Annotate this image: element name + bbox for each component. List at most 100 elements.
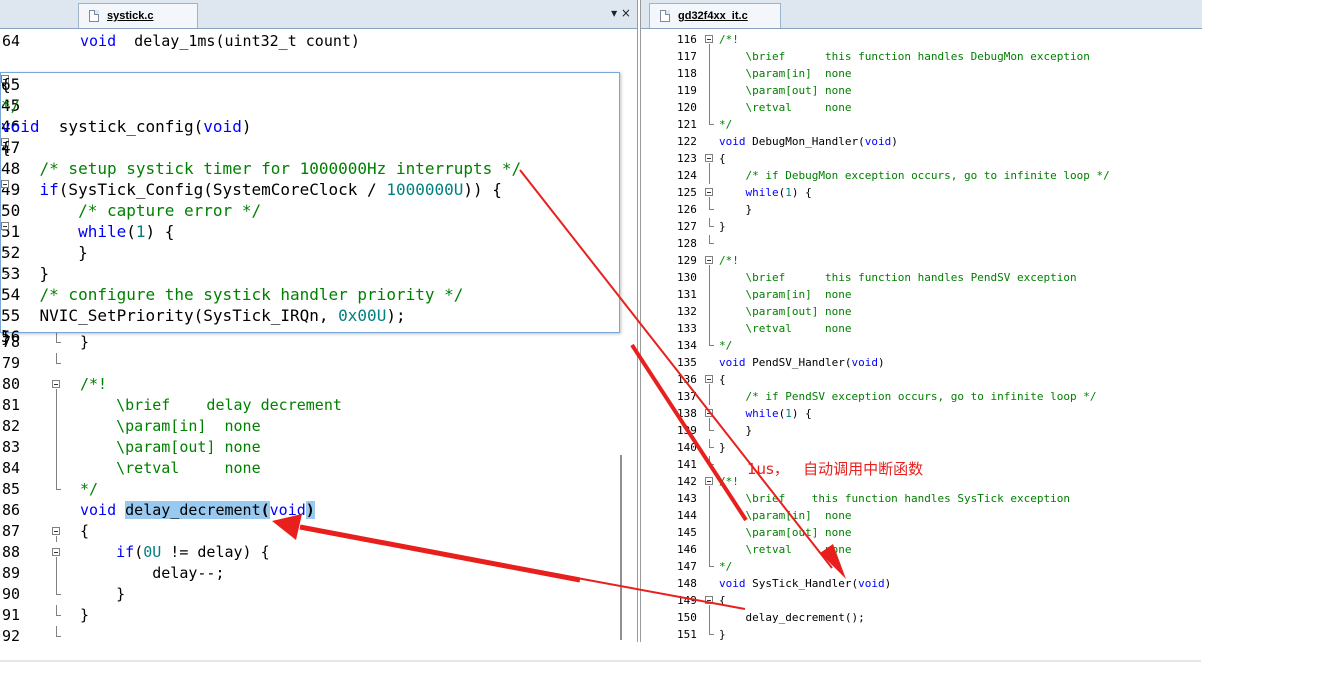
annotation-label: 1us， 自动调用中断函数	[747, 460, 924, 478]
code-line[interactable]: 120 \retval none	[641, 99, 1202, 116]
code-line[interactable]: 137 /* if PendSV exception occurs, go to…	[641, 388, 1202, 405]
code-line[interactable]: 89 delay--;	[0, 563, 637, 584]
code-token: )) {	[463, 180, 502, 199]
code-line[interactable]: 140}	[641, 439, 1202, 456]
code-line[interactable]: 128	[641, 235, 1202, 252]
vertical-scrollbar[interactable]	[620, 455, 622, 640]
code-line[interactable]: 88 if(0U != delay) {	[0, 542, 637, 563]
code-text: void delay_1ms(uint32_t count)	[80, 31, 360, 52]
code-line[interactable]: 135 void PendSV_Handler(void)	[641, 354, 1202, 371]
fold-marker[interactable]	[52, 521, 62, 542]
code-line[interactable]: 143 \brief this function handles SysTick…	[641, 490, 1202, 507]
fold-marker	[705, 490, 715, 507]
collapse-icon[interactable]	[705, 154, 713, 162]
code-line[interactable]: 139 }	[641, 422, 1202, 439]
fold-marker	[52, 332, 62, 353]
tab-controls[interactable]: ▾ ×	[611, 6, 631, 20]
code-line[interactable]: 78}	[0, 332, 637, 353]
keyword: void	[203, 117, 242, 136]
code-line[interactable]: 133 \retval none	[641, 320, 1202, 337]
fold-marker	[705, 575, 715, 592]
collapse-icon[interactable]	[705, 477, 713, 485]
code-line[interactable]: 64 void delay_1ms(uint32_t count)	[0, 31, 637, 52]
code-line[interactable]: 119 \param[out] none	[641, 82, 1202, 99]
code-line[interactable]: 126 }	[641, 201, 1202, 218]
fold-marker	[705, 201, 715, 218]
code-line[interactable]: 92	[0, 626, 637, 642]
code-line[interactable]: 81 \brief delay decrement	[0, 395, 637, 416]
code-line[interactable]: 146 \retval none	[641, 541, 1202, 558]
line-number: 89	[2, 564, 21, 582]
code-line[interactable]: 149 {	[641, 592, 1202, 609]
fold-marker[interactable]	[705, 252, 715, 269]
fold-marker	[705, 354, 715, 371]
code-token: {	[1, 138, 11, 157]
code-line[interactable]: 125 while(1) {	[641, 184, 1202, 201]
code-line[interactable]: 130 \brief this function handles PendSV …	[641, 269, 1202, 286]
tab-systick-c[interactable]: systick.c	[78, 3, 198, 28]
code-line[interactable]: 124 /* if DebugMon exception occurs, go …	[641, 167, 1202, 184]
code-line[interactable]: 85 */	[0, 479, 637, 500]
code-line[interactable]: 87 {	[0, 521, 637, 542]
line-number: 86	[2, 501, 21, 519]
code-line[interactable]: 147 */	[641, 558, 1202, 575]
code-line[interactable]: 79	[0, 353, 637, 374]
code-line[interactable]: 86 void delay_decrement(void)	[0, 500, 637, 521]
code-token: (SysTick_Config(SystemCoreClock /	[58, 180, 387, 199]
code-line[interactable]: 129 /*!	[641, 252, 1202, 269]
line-number: 132	[677, 305, 697, 318]
collapse-icon[interactable]	[52, 548, 60, 556]
keyword: void	[864, 135, 892, 148]
fold-marker[interactable]	[705, 473, 715, 490]
code-line[interactable]: 123 {	[641, 150, 1202, 167]
collapse-icon[interactable]	[705, 596, 713, 604]
code-line[interactable]: 134 */	[641, 337, 1202, 354]
fold-marker	[52, 479, 62, 500]
code-line[interactable]: 150 delay_decrement();	[641, 609, 1202, 626]
code-line[interactable]: 151}	[641, 626, 1202, 642]
code-line[interactable]: 127}	[641, 218, 1202, 235]
fold-marker[interactable]	[705, 184, 715, 201]
collapse-icon[interactable]	[52, 380, 60, 388]
code-token: {	[719, 594, 726, 607]
collapse-icon[interactable]	[705, 409, 713, 417]
code-line[interactable]: 145 \param[out] none	[641, 524, 1202, 541]
fold-marker[interactable]	[52, 542, 62, 563]
code-text: }	[80, 584, 125, 605]
code-line[interactable]: 121 */	[641, 116, 1202, 133]
code-line[interactable]: 148 void SysTick_Handler(void)	[641, 575, 1202, 592]
fold-marker[interactable]	[705, 405, 715, 422]
fold-marker[interactable]	[705, 31, 715, 48]
code-line[interactable]: 138 while(1) {	[641, 405, 1202, 422]
collapse-icon[interactable]	[52, 527, 60, 535]
code-line[interactable]: 116 /*!	[641, 31, 1202, 48]
code-line[interactable]: 132 \param[out] none	[641, 303, 1202, 320]
fold-marker	[705, 303, 715, 320]
fold-marker	[705, 558, 715, 575]
code-line[interactable]: 90 }	[0, 584, 637, 605]
code-line[interactable]: 136 {	[641, 371, 1202, 388]
fold-marker[interactable]	[705, 592, 715, 609]
code-line[interactable]: 144 \param[in] none	[641, 507, 1202, 524]
code-text: if(SysTick_Config(SystemCoreClock / 1000…	[1, 180, 502, 199]
code-line[interactable]: 131 \param[in] none	[641, 286, 1202, 303]
code-line[interactable]: 84 \retval none	[0, 458, 637, 479]
code-line[interactable]: 122 void DebugMon_Handler(void)	[641, 133, 1202, 150]
code-line[interactable]: 82 \param[in] none	[0, 416, 637, 437]
code-line[interactable]: 80 /*!	[0, 374, 637, 395]
fold-marker[interactable]	[705, 371, 715, 388]
collapse-icon[interactable]	[705, 188, 713, 196]
fold-marker[interactable]	[52, 374, 62, 395]
code-line[interactable]: 118 \param[in] none	[641, 65, 1202, 82]
collapse-icon[interactable]	[705, 375, 713, 383]
code-line[interactable]: 91}	[0, 605, 637, 626]
collapse-icon[interactable]	[705, 256, 713, 264]
collapse-icon[interactable]	[705, 35, 713, 43]
code-line[interactable]: 83 \param[out] none	[0, 437, 637, 458]
code-text: \brief delay decrement	[80, 395, 342, 416]
tab-gd32f4xx-it-c[interactable]: gd32f4xx_it.c	[649, 3, 781, 28]
fold-marker[interactable]	[705, 150, 715, 167]
code-line[interactable]: 117 \brief this function handles DebugMo…	[641, 48, 1202, 65]
